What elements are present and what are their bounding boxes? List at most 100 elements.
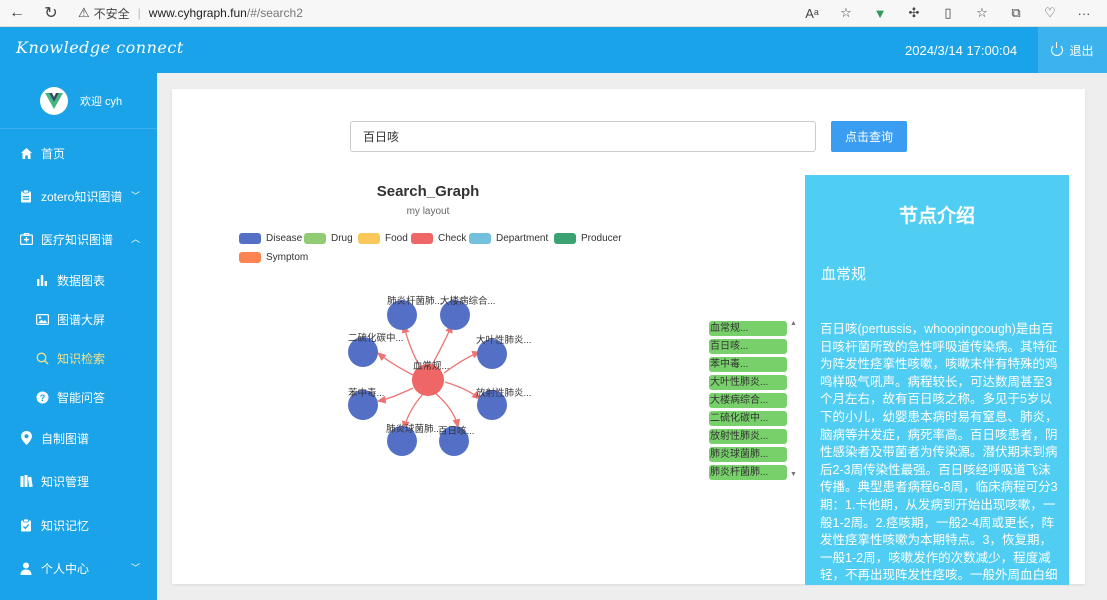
legend-item-producer[interactable]: Producer — [554, 232, 622, 244]
legend-swatch — [358, 232, 380, 244]
graph-edge — [377, 352, 414, 376]
sidebar-item-label: 知识管理 — [41, 474, 90, 489]
info-node-description: 百日咳(pertussis，whoopingcough)是由百日咳杆菌所致的急性… — [820, 322, 1058, 583]
more-menu-icon[interactable]: ··· — [1067, 2, 1101, 24]
back-arrow-icon[interactable]: ← — [6, 2, 28, 24]
sidebar-item-knowledge-management[interactable]: 知识管理 — [0, 461, 157, 501]
welcome-text: 欢迎 cyh — [80, 95, 123, 108]
url-separator: | — [137, 6, 141, 20]
scroll-up-icon[interactable]: ▲ — [790, 320, 797, 327]
map-pin-icon — [19, 431, 33, 445]
logout-button[interactable]: 退出 — [1038, 27, 1107, 73]
legend-swatch — [239, 251, 261, 263]
vue-logo-icon — [45, 92, 63, 109]
result-list: 血常规... 百日咳... 苯中毒... 大叶性肺炎... 大楼病综合... 二… — [709, 321, 787, 483]
sidebar-item-data-charts[interactable]: 数据图表 — [0, 260, 157, 300]
url-path: /#/search2 — [246, 6, 303, 20]
bar-chart-icon — [35, 273, 49, 287]
knowledge-graph[interactable]: 肺炎杆菌肺... 大楼病综合... 大叶性肺炎... 放射性肺炎... 百日咳.… — [340, 285, 540, 460]
graph-node-label: 血常规... — [413, 360, 449, 372]
legend-item-symptom[interactable]: Symptom — [239, 251, 308, 263]
url-host: www.cyhgraph.fun — [148, 6, 247, 20]
legend-item-disease[interactable]: Disease — [239, 232, 302, 244]
favorite-star-icon[interactable]: ☆ — [829, 2, 863, 24]
read-aloud-icon[interactable]: Aᵃ — [795, 2, 829, 24]
legend-swatch — [469, 232, 491, 244]
sidebar-item-zotero[interactable]: zotero知识图谱 ﹀ — [0, 176, 157, 216]
app-header: Knowledge connect 2024/3/14 17:00:04 退出 — [0, 27, 1107, 73]
picture-icon — [35, 312, 49, 326]
legend-label: Food — [385, 232, 408, 244]
checklist-icon — [19, 518, 33, 532]
legend-swatch — [554, 232, 576, 244]
legend-label: Symptom — [266, 251, 309, 263]
list-item[interactable]: 大楼病综合... — [709, 393, 787, 408]
graph-edge — [434, 392, 461, 429]
legend-item-check[interactable]: Check — [411, 232, 466, 244]
graph-edge — [444, 381, 481, 400]
graph-subtitle: my layout — [406, 206, 450, 217]
list-item[interactable]: 百日咳... — [709, 339, 787, 354]
sidebar-item-personal-center[interactable]: 个人中心 ﹀ — [0, 548, 157, 588]
info-panel-title: 节点介绍 — [898, 206, 975, 227]
legend-swatch — [411, 232, 433, 244]
legend-item-department[interactable]: Department — [469, 232, 548, 244]
list-item[interactable]: 二硫化碳中... — [709, 411, 787, 426]
brand-logo-text: Knowledge connect — [16, 38, 184, 57]
search-icon — [35, 351, 49, 365]
refresh-icon[interactable]: ↻ — [40, 2, 62, 24]
current-datetime: 2024/3/14 17:00:04 — [905, 43, 1018, 58]
avatar — [40, 86, 68, 115]
warning-icon: ⚠ — [78, 5, 90, 20]
sidebar-item-label: 医疗知识图谱 — [41, 232, 114, 247]
node-info-panel: 节点介绍 血常规 百日咳(pertussis，whoopingcough)是由百… — [805, 175, 1069, 585]
legend-swatch — [239, 232, 261, 244]
security-label: 不安全 — [93, 6, 130, 21]
split-screen-icon[interactable]: ▯ — [931, 2, 965, 24]
address-bar[interactable]: ⚠ 不安全 | www.cyhgraph.fun/#/search2 — [78, 2, 838, 24]
graph-node-label: 大楼病综合... — [440, 295, 495, 307]
graph-labels: 肺炎杆菌肺... 大楼病综合... 大叶性肺炎... 放射性肺炎... 百日咳.… — [348, 295, 531, 437]
sidebar-item-graph-screen[interactable]: 图谱大屏 — [0, 299, 157, 339]
browser-essentials-icon[interactable]: ♡ — [1033, 2, 1067, 24]
sidebar-item-label: 知识检索 — [57, 351, 106, 366]
sidebar-item-knowledge-search[interactable]: 知识检索 — [0, 338, 157, 378]
search-button[interactable]: 点击查询 — [831, 121, 907, 152]
legend-item-drug[interactable]: Drug — [304, 232, 353, 244]
sidebar-item-label: 数据图表 — [57, 273, 106, 288]
legend-swatch — [304, 232, 326, 244]
favorites-icon[interactable]: ☆ — [965, 2, 999, 24]
list-item[interactable]: 苯中毒... — [709, 357, 787, 372]
scroll-down-icon[interactable]: ▼ — [790, 471, 797, 478]
clipboard-icon — [19, 189, 33, 203]
logout-label: 退出 — [1069, 43, 1094, 58]
list-item[interactable]: 放射性肺炎... — [709, 429, 787, 444]
sidebar: 欢迎 cyh 首页 zotero知识图谱 ﹀ 医疗知识图谱 ︿ 数据图表 图谱大… — [0, 73, 157, 600]
graph-node-label: 肺炎杆菌肺... — [387, 295, 442, 307]
chevron-down-icon: ﹀ — [130, 191, 140, 201]
sidebar-item-label: 首页 — [41, 146, 66, 161]
list-item[interactable]: 肺炎杆菌肺... — [709, 465, 787, 480]
list-item[interactable]: 大叶性肺炎... — [709, 375, 787, 390]
list-item[interactable]: 肺炎球菌肺... — [709, 447, 787, 462]
legend-item-food[interactable]: Food — [358, 232, 408, 244]
chevron-down-icon: ﹀ — [130, 563, 140, 573]
list-item[interactable]: 血常规... — [709, 321, 787, 336]
sidebar-item-medical-graph[interactable]: 医疗知识图谱 ︿ — [0, 219, 157, 259]
question-icon: ? — [35, 390, 49, 404]
vue-devtools-icon[interactable]: ▼ — [863, 2, 897, 24]
sidebar-item-label: 知识记忆 — [41, 518, 90, 533]
sidebar-item-knowledge-memory[interactable]: 知识记忆 — [0, 505, 157, 545]
sidebar-item-custom-graph[interactable]: 自制图谱 — [0, 418, 157, 458]
sidebar-item-label: 自制图谱 — [41, 431, 90, 446]
search-input[interactable] — [350, 121, 816, 152]
user-welcome: 欢迎 cyh — [0, 73, 157, 129]
sidebar-item-label: zotero知识图谱 — [41, 189, 123, 204]
sidebar-item-home[interactable]: 首页 — [0, 133, 157, 173]
browser-toolbar: ← ↻ ⚠ 不安全 | www.cyhgraph.fun/#/search2 A… — [0, 0, 1107, 27]
sidebar-item-qa[interactable]: ? 智能问答 — [0, 377, 157, 417]
extensions-icon[interactable]: ✣ — [897, 2, 931, 24]
collections-icon[interactable]: ⧉ — [999, 2, 1033, 24]
user-icon — [19, 561, 33, 575]
sidebar-item-label: 图谱大屏 — [57, 312, 106, 327]
